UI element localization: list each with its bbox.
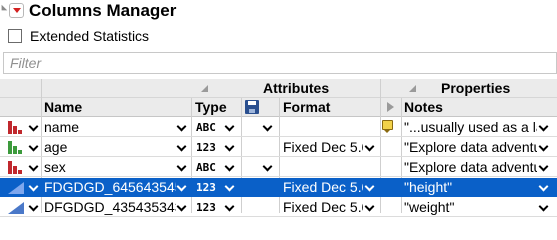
table-row[interactable]: name ABC "...usually used as a lab xyxy=(0,118,557,137)
histogram-bar xyxy=(8,141,12,154)
continuous-modeling-icon[interactable] xyxy=(8,141,26,154)
name-dropdown-icon[interactable] xyxy=(176,138,188,155)
column-name[interactable]: age xyxy=(44,139,176,156)
data-type-icon: 123 xyxy=(196,141,216,154)
filter-input[interactable]: Filter xyxy=(3,52,557,74)
data-type-icon: ABC xyxy=(196,121,216,134)
nominal-modeling-icon[interactable] xyxy=(8,121,26,134)
modeling-dropdown-icon[interactable] xyxy=(28,198,40,215)
histogram-bar xyxy=(18,150,22,154)
extended-statistics-label: Extended Statistics xyxy=(30,28,150,44)
type-column-header[interactable]: Type xyxy=(195,99,227,115)
extended-statistics-checkbox[interactable] xyxy=(8,29,22,43)
notes-value[interactable]: "Explore data adventu xyxy=(404,139,537,156)
name-dropdown-icon[interactable] xyxy=(176,118,188,135)
histogram-bar xyxy=(13,166,17,174)
type-dropdown-icon[interactable] xyxy=(224,158,236,175)
red-triangle-menu-icon[interactable] xyxy=(9,3,24,18)
notes-dropdown-icon[interactable] xyxy=(538,178,550,195)
format-column-header[interactable]: Format xyxy=(283,99,330,115)
continuous-modeling-icon[interactable] xyxy=(8,202,24,214)
data-type-icon: ABC xyxy=(196,161,216,174)
notes-value[interactable]: "height" xyxy=(404,179,537,196)
name-dropdown-icon[interactable] xyxy=(176,158,188,175)
note-icon xyxy=(382,120,393,133)
notes-value[interactable]: "...usually used as a lab xyxy=(404,119,537,136)
modeling-dropdown-icon[interactable] xyxy=(28,138,40,155)
table-row[interactable]: age 123 Fixed Dec 5.0 "Explore data adventu xyxy=(0,138,557,157)
lock-dropdown-icon[interactable] xyxy=(262,158,274,175)
modeling-dropdown-icon[interactable] xyxy=(28,178,40,195)
format-dropdown-icon[interactable] xyxy=(364,138,376,155)
column-name[interactable]: name xyxy=(44,119,176,136)
format-value[interactable]: Fixed Dec 5.0 xyxy=(283,139,363,156)
format-dropdown-icon[interactable] xyxy=(364,198,376,215)
panel-title: Columns Manager xyxy=(29,1,177,20)
expand-triangle-icon[interactable] xyxy=(387,102,394,112)
column-name[interactable]: DFGDGD_435435343_w xyxy=(44,199,176,216)
nominal-modeling-icon[interactable] xyxy=(8,161,26,174)
histogram-bar xyxy=(18,170,22,174)
lock-dropdown-icon[interactable] xyxy=(262,118,274,135)
format-value[interactable]: Fixed Dec 5.0 xyxy=(283,179,363,196)
attributes-group-header: Attributes xyxy=(263,80,330,96)
notes-dropdown-icon[interactable] xyxy=(538,198,550,215)
table-row[interactable]: sex ABC "Explore data adventu xyxy=(0,158,557,177)
attributes-collapse-icon[interactable] xyxy=(201,85,208,92)
continuous-modeling-icon[interactable] xyxy=(8,182,24,194)
filter-placeholder: Filter xyxy=(10,55,42,71)
type-dropdown-icon[interactable] xyxy=(224,198,236,215)
column-name[interactable]: FDGDGD_6456435453... xyxy=(44,179,176,196)
table-row[interactable]: DFGDGD_435435343_w 123 Fixed Dec 5.0 "weigh… xyxy=(0,198,557,217)
data-type-icon: 123 xyxy=(196,181,216,194)
format-dropdown-icon[interactable] xyxy=(364,178,376,195)
modeling-dropdown-icon[interactable] xyxy=(28,118,40,135)
type-dropdown-icon[interactable] xyxy=(224,118,236,135)
group-header-row: Attributes Properties xyxy=(0,79,557,98)
save-icon[interactable] xyxy=(245,100,259,114)
histogram-bar xyxy=(8,121,12,134)
histogram-bar xyxy=(18,130,22,134)
table-row[interactable]: FDGDGD_6456435453... 123 Fixed Dec 5.0 "hei… xyxy=(0,178,557,197)
name-column-header[interactable]: Name xyxy=(44,99,82,115)
column-name[interactable]: sex xyxy=(44,159,176,176)
notes-dropdown-icon[interactable] xyxy=(538,138,550,155)
histogram-bar xyxy=(13,146,17,154)
type-dropdown-icon[interactable] xyxy=(224,138,236,155)
data-type-icon: 123 xyxy=(196,201,216,214)
modeling-dropdown-icon[interactable] xyxy=(28,158,40,175)
histogram-bar xyxy=(13,126,17,134)
properties-collapse-icon[interactable] xyxy=(409,85,416,92)
notes-dropdown-icon[interactable] xyxy=(538,158,550,175)
disclosure-triangle-icon[interactable] xyxy=(0,4,8,14)
notes-column-header[interactable]: Notes xyxy=(404,99,443,115)
notes-dropdown-icon[interactable] xyxy=(538,118,550,135)
notes-value[interactable]: "Explore data adventu xyxy=(404,159,537,176)
properties-group-header: Properties xyxy=(441,80,511,96)
format-value[interactable]: Fixed Dec 5.0 xyxy=(283,199,363,216)
type-dropdown-icon[interactable] xyxy=(224,178,236,195)
panel-title-bar: Columns Manager xyxy=(0,0,557,22)
name-dropdown-icon[interactable] xyxy=(176,178,188,195)
notes-value[interactable]: "weight" xyxy=(404,199,537,216)
name-dropdown-icon[interactable] xyxy=(176,198,188,215)
histogram-bar xyxy=(8,161,12,174)
